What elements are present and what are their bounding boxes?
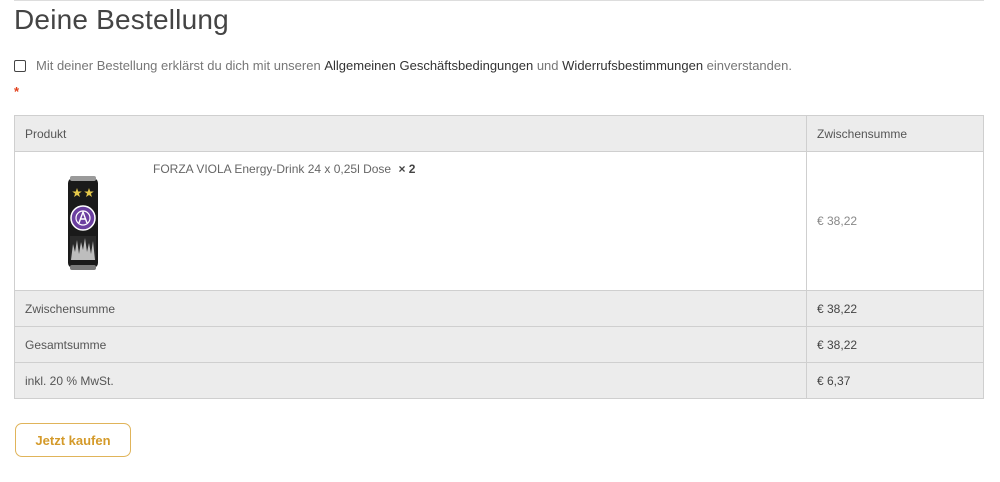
agb-link[interactable]: Allgemeinen Geschäftsbedingungen <box>324 58 533 73</box>
table-header-row: Produkt Zwischensumme <box>14 115 984 152</box>
cart-item-info: FORZA VIOLA Energy-Drink 24 x 0,25l Dose… <box>153 162 415 176</box>
widerruf-link[interactable]: Widerrufsbestimmungen <box>562 58 703 73</box>
terms-text-before: Mit deiner Bestellung erklärst du dich m… <box>36 58 321 73</box>
cart-item-subtotal: € 38,22 <box>806 151 984 291</box>
order-total-label: Gesamtsumme <box>14 326 807 363</box>
order-total-row: Gesamtsumme € 38,22 <box>14 326 984 363</box>
order-total-value: € 38,22 <box>806 326 984 363</box>
cart-subtotal-row: Zwischensumme € 38,22 <box>14 290 984 327</box>
energy-drink-can-icon <box>68 176 98 270</box>
cart-subtotal-label: Zwischensumme <box>14 290 807 327</box>
tax-row: inkl. 20 % MwSt. € 6,37 <box>14 362 984 399</box>
cart-item-name: FORZA VIOLA Energy-Drink 24 x 0,25l Dose <box>153 162 392 176</box>
cart-item-row: FORZA VIOLA Energy-Drink 24 x 0,25l Dose… <box>14 151 984 291</box>
cart-item-quantity: × 2 <box>398 162 416 176</box>
cart-subtotal-value: € 38,22 <box>806 290 984 327</box>
required-marker: * <box>14 84 20 99</box>
tax-value: € 6,37 <box>806 362 984 399</box>
page-title: Deine Bestellung <box>14 4 229 35</box>
terms-agreement: Mit deiner Bestellung erklärst du dich m… <box>14 58 989 73</box>
tax-label: inkl. 20 % MwSt. <box>14 362 807 399</box>
top-divider <box>14 0 984 1</box>
terms-checkbox[interactable] <box>14 59 26 72</box>
column-header-product: Produkt <box>14 115 807 152</box>
terms-text-middle: und <box>536 58 559 73</box>
column-header-subtotal: Zwischensumme <box>806 115 984 152</box>
cart-item-product-cell: FORZA VIOLA Energy-Drink 24 x 0,25l Dose… <box>14 151 807 291</box>
order-review-table: Produkt Zwischensumme FORZA VIOLA Energy… <box>14 115 984 399</box>
place-order-button[interactable]: Jetzt kaufen <box>15 423 131 457</box>
terms-text-after: einverstanden. <box>706 58 792 73</box>
